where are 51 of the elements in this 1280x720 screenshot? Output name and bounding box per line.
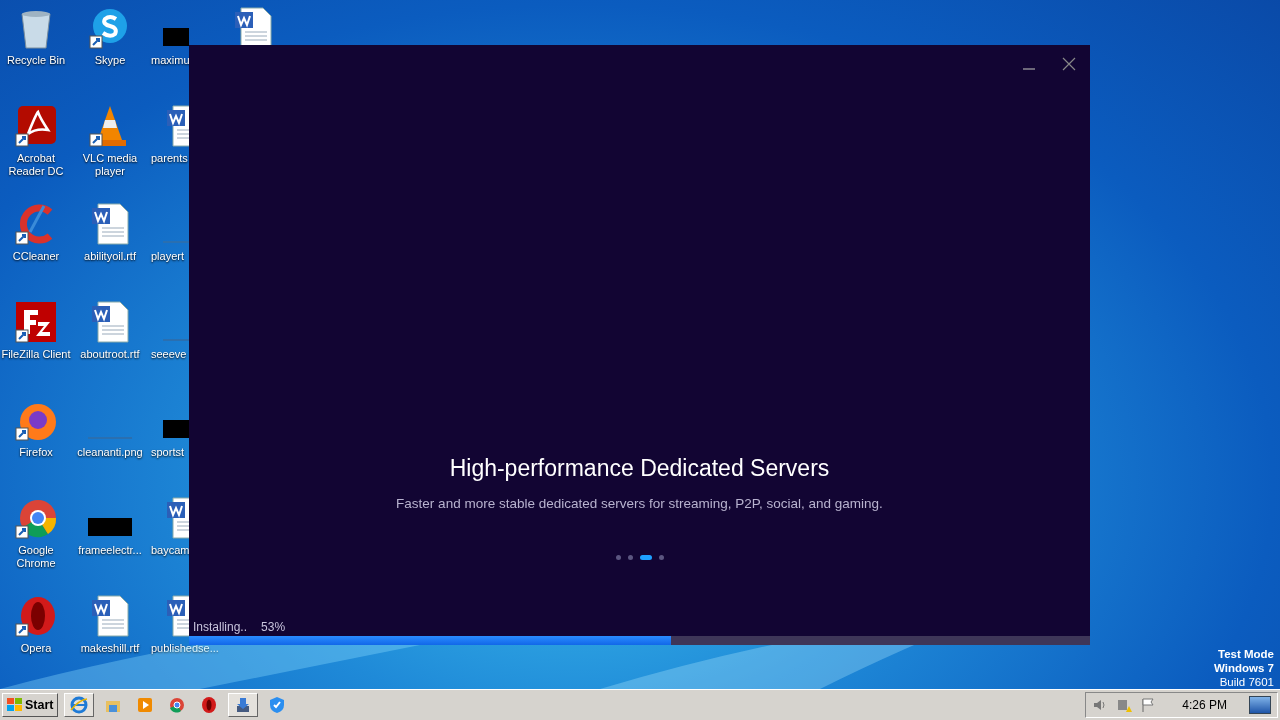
icon-label[interactable]: publishedse... xyxy=(151,642,219,655)
icon-label[interactable]: baycam xyxy=(151,544,190,557)
icon-label[interactable]: makeshill.rtf xyxy=(80,642,140,655)
icon-label[interactable]: Recycle Bin xyxy=(6,54,66,67)
icon-label[interactable]: Acrobat Reader DC xyxy=(0,152,72,178)
clock[interactable]: 4:26 PM xyxy=(1182,698,1227,712)
flag-icon[interactable] xyxy=(1140,697,1157,713)
icon-label[interactable]: FileZilla Client xyxy=(1,348,71,361)
icon-label[interactable]: aboutroot.rtf xyxy=(80,348,140,361)
play-icon xyxy=(136,696,155,714)
icon-label[interactable]: VLC media player xyxy=(74,152,146,178)
close-icon[interactable] xyxy=(1062,57,1076,71)
pdf-app-icon xyxy=(14,104,58,148)
redacted-thumbnail xyxy=(163,28,189,46)
slide-description: Faster and more stable dedicated servers for streaming, P2P, social, and gaming. xyxy=(396,496,883,511)
show-desktop-button[interactable] xyxy=(1249,696,1271,714)
network-warning-icon[interactable] xyxy=(1116,697,1133,713)
filezilla-icon xyxy=(14,300,58,344)
install-status: Installing.. xyxy=(193,620,248,634)
chrome-icon xyxy=(168,696,187,714)
system-notice-text: Windows 7 xyxy=(1214,661,1274,676)
icon-label[interactable]: frameelectr... xyxy=(78,544,142,557)
slide-title: High-performance Dedicated Servers xyxy=(449,455,830,482)
icon-label[interactable]: cleananti.png xyxy=(77,446,143,459)
redacted-thumbnail xyxy=(163,420,189,438)
slide-dot[interactable] xyxy=(658,555,664,560)
opera-icon xyxy=(14,594,58,638)
opera-icon xyxy=(200,696,219,714)
windows-logo-icon xyxy=(7,698,23,712)
redacted-thumbnail xyxy=(88,518,132,536)
icon-label[interactable]: Firefox xyxy=(19,446,53,459)
icon-label[interactable]: maximu xyxy=(151,54,190,67)
icon-label[interactable]: Skype xyxy=(94,54,126,67)
icon-label[interactable]: CCleaner xyxy=(12,250,60,263)
icon-label[interactable]: seeeve xyxy=(151,348,187,361)
shield-icon xyxy=(268,696,287,714)
browser-icon xyxy=(70,696,89,714)
slide-dot[interactable] xyxy=(615,555,621,560)
taskbar-app-button[interactable] xyxy=(64,693,95,717)
slide-dot[interactable] xyxy=(627,555,633,560)
icon-label[interactable]: parents xyxy=(151,152,188,165)
icon-label[interactable]: playert xyxy=(151,250,185,263)
icon-label[interactable]: Google Chrome xyxy=(0,544,72,570)
system-notice-text: Test Mode xyxy=(1218,647,1274,662)
taskbar-app-button[interactable] xyxy=(228,693,259,717)
system-notice-text: Build 7601 xyxy=(1219,675,1274,690)
icon-label[interactable]: sportst xyxy=(151,446,184,459)
start-button[interactable]: Start xyxy=(2,693,59,717)
icon-label[interactable]: Opera xyxy=(20,642,52,655)
icon-label[interactable]: abilityoil.rtf xyxy=(84,250,136,263)
install-percent: 53% xyxy=(261,620,286,634)
